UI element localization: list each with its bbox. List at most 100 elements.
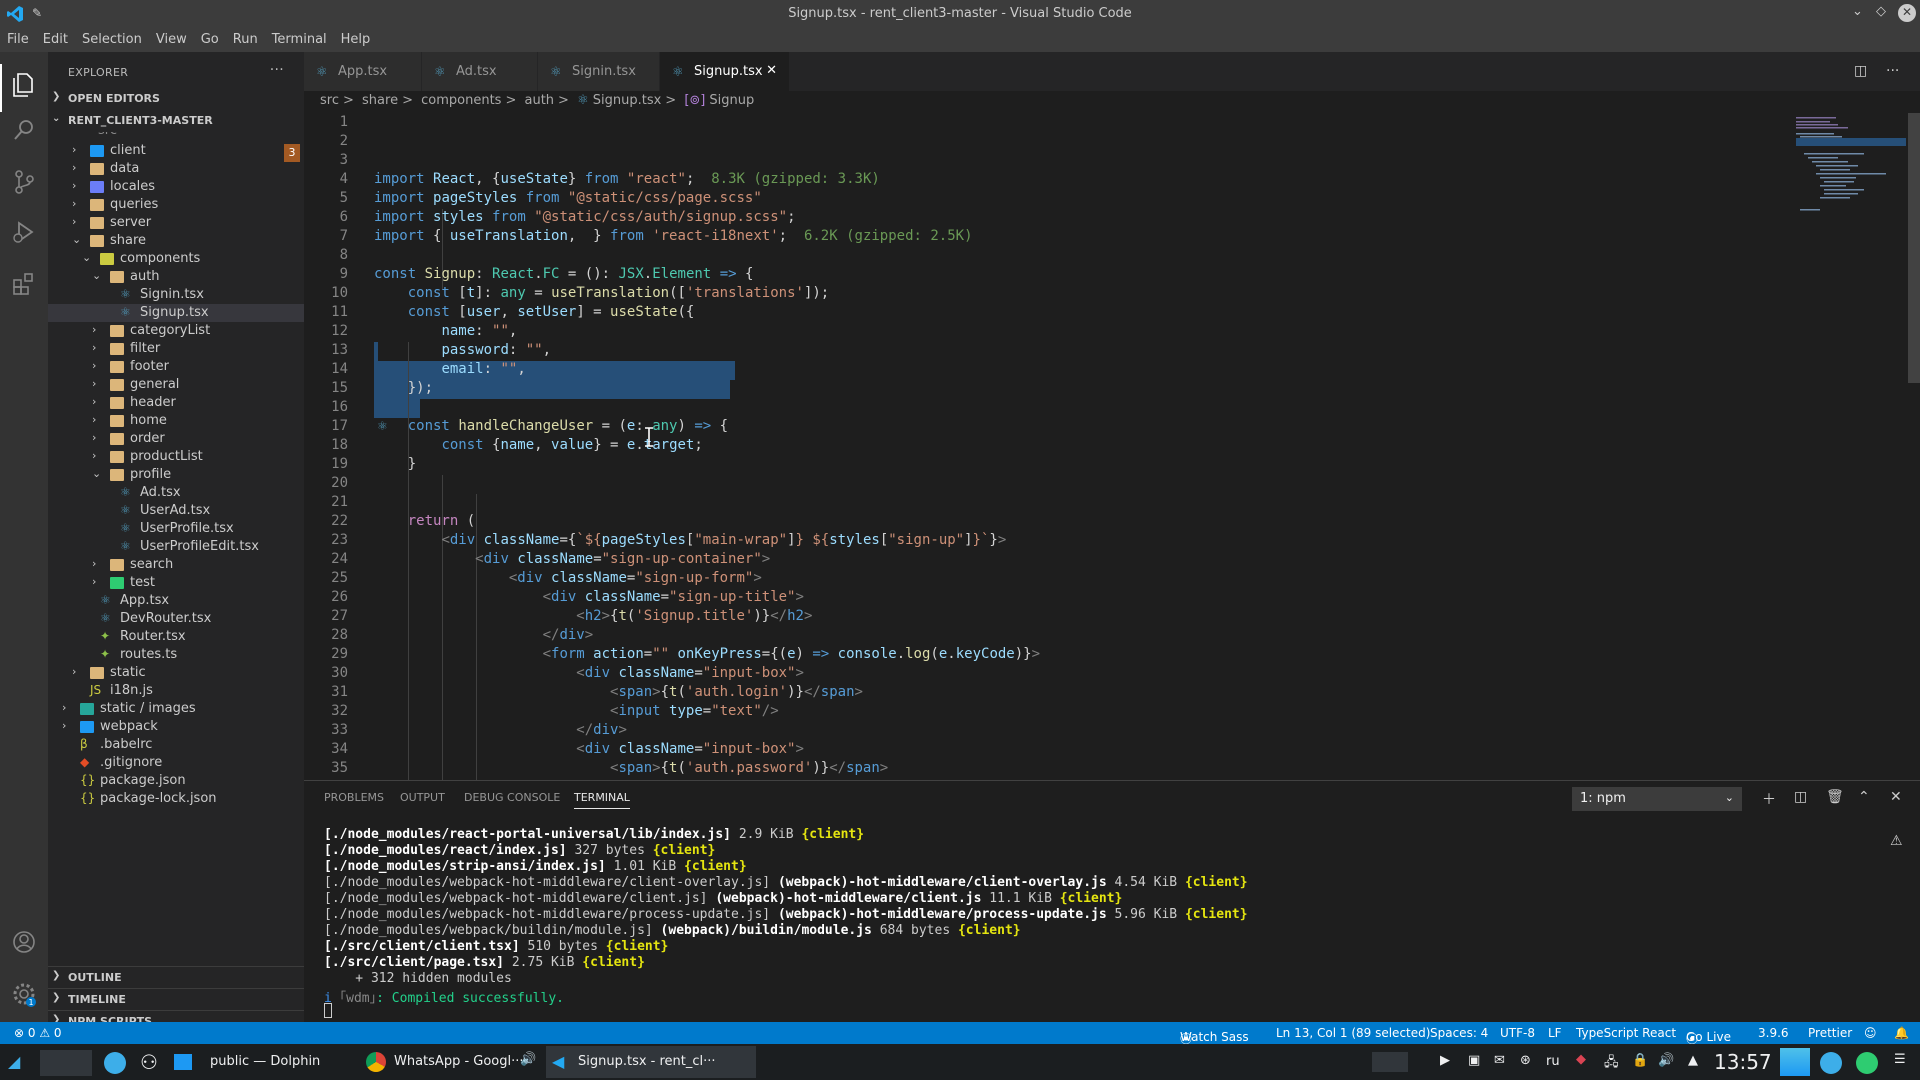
anydesk-icon[interactable]: ◆ [1576, 1052, 1586, 1067]
tree-item[interactable]: ⚛ DevRouter.tsx [48, 610, 304, 628]
tree-item[interactable]: › test [48, 574, 304, 592]
network-share-icon[interactable]: ⚇ [140, 1050, 158, 1074]
close-window-icon[interactable]: ✕ [1898, 4, 1916, 22]
tree-item[interactable]: › order [48, 430, 304, 448]
tree-item[interactable]: ⚛ UserProfile.tsx [48, 520, 304, 538]
editor-scrollbar[interactable] [1906, 113, 1920, 780]
tree-item[interactable]: ⚛ Signup.tsx [48, 304, 304, 322]
app-launcher-icon[interactable]: ◢ [8, 1052, 20, 1071]
run-debug-icon[interactable] [10, 218, 38, 246]
breadcrumb-file[interactable]: Signup.tsx [593, 93, 662, 108]
vpn-icon[interactable]: ⊛ [1520, 1053, 1531, 1068]
extensions-icon[interactable] [10, 270, 38, 298]
volume-icon[interactable]: 🔊 [1658, 1053, 1674, 1068]
close-tab-icon[interactable]: ✕ [766, 63, 777, 78]
tree-item[interactable]: ⌄ share [48, 232, 304, 250]
maximize-panel-icon[interactable]: ⌃ [1858, 789, 1870, 805]
clock[interactable]: 13:57 [1714, 1050, 1772, 1074]
language-status[interactable]: TypeScript React [1576, 1026, 1676, 1040]
manage-gear-icon[interactable]: 1 [10, 980, 38, 1008]
npm-scripts-section[interactable]: ❯NPM SCRIPTS [48, 1010, 304, 1028]
keyboard-layout[interactable]: ru [1546, 1054, 1560, 1069]
tray-monitor-icon[interactable] [1372, 1052, 1408, 1072]
globe-icon[interactable] [1856, 1052, 1878, 1074]
browser-globe-icon[interactable] [104, 1052, 126, 1074]
tree-item[interactable]: › static [48, 664, 304, 682]
tab-signup-tsx[interactable]: ⚛ Signup.tsx ✕ [660, 52, 790, 91]
tree-item[interactable]: › queries [48, 196, 304, 214]
tree-item[interactable]: ⚛ Ad.tsx [48, 484, 304, 502]
tree-item[interactable]: › server [48, 214, 304, 232]
more-actions-icon[interactable]: ··· [270, 62, 284, 78]
menu-icon[interactable]: ☰ [1894, 1052, 1906, 1067]
menu-file[interactable]: File [0, 28, 36, 47]
tree-item[interactable]: ⌄ profile [48, 466, 304, 484]
tab-signin-tsx[interactable]: ⚛ Signin.tsx [538, 52, 660, 91]
tree-item[interactable]: JS i18n.js [48, 682, 304, 700]
explorer-icon[interactable] [10, 70, 38, 98]
lock-icon[interactable]: 🔒 [1632, 1053, 1648, 1068]
tree-item[interactable]: ⌄ components [48, 250, 304, 268]
tree-item-src[interactable]: src [48, 132, 304, 142]
browser-globe-icon[interactable] [1820, 1052, 1842, 1074]
tree-item[interactable]: {} package-lock.json [48, 790, 304, 808]
account-icon[interactable] [10, 928, 38, 956]
outline-section[interactable]: ❯ OUTLINE [48, 966, 304, 988]
minimize-icon[interactable]: ⌄ [1852, 4, 1863, 19]
new-terminal-icon[interactable]: ＋ [1762, 789, 1776, 809]
breadcrumb-components[interactable]: components [421, 93, 501, 108]
breadcrumb-share[interactable]: share [362, 93, 398, 108]
taskbar-vscode[interactable]: Signup.tsx - rent_cl··· [578, 1054, 716, 1069]
timeline-section[interactable]: ❯ TIMELINE [48, 988, 304, 1010]
tree-item[interactable]: ⚛ App.tsx [48, 592, 304, 610]
tree-item[interactable]: › footer [48, 358, 304, 376]
code-editor[interactable]: 1 2 3 4 5 6 7 8 9 10 11 12 13 14 15 16 17 18 19 20 21 22 23 24 2… [304, 113, 1920, 780]
desktop-thumbnail[interactable] [1780, 1048, 1810, 1076]
workspace-root-section[interactable]: ⌄ RENT_CLIENT3-MASTER [48, 110, 304, 132]
scrollbar-thumb[interactable] [1908, 113, 1920, 383]
eol-status[interactable]: LF [1548, 1026, 1562, 1040]
breadcrumb-auth[interactable]: auth [525, 93, 555, 108]
tree-item[interactable]: ✦ Router.tsx [48, 628, 304, 646]
tree-item[interactable]: ⚛ Signin.tsx [48, 286, 304, 304]
taskbar-whatsapp[interactable]: WhatsApp - Googl··· [394, 1054, 524, 1069]
editor-more-actions-icon[interactable]: ··· [1886, 63, 1899, 79]
tab-problems[interactable]: PROBLEMS [324, 791, 384, 804]
tree-item[interactable]: › general [48, 376, 304, 394]
cursor-position-status[interactable]: Ln 13, Col 1 (89 selected) [1276, 1026, 1430, 1040]
tab-terminal[interactable]: TERMINAL [574, 791, 630, 809]
breadcrumb-symbol[interactable]: Signup [709, 93, 754, 108]
tree-item[interactable]: ⚛ UserAd.tsx [48, 502, 304, 520]
desktop-pager[interactable] [40, 1050, 92, 1076]
split-editor-icon[interactable]: ◫ [1854, 63, 1867, 79]
source-control-icon[interactable] [10, 168, 38, 196]
tree-item[interactable]: › home [48, 412, 304, 430]
close-panel-icon[interactable]: ✕ [1890, 789, 1902, 805]
split-terminal-icon[interactable]: ◫ [1794, 789, 1807, 805]
tree-item[interactable]: ✦ routes.ts [48, 646, 304, 664]
prettier-status[interactable]: Prettier [1808, 1026, 1852, 1040]
indentation-status[interactable]: Spaces: 4 [1430, 1026, 1488, 1040]
tray-expand-icon[interactable]: ▲ [1688, 1053, 1698, 1068]
minimap[interactable] [1796, 113, 1906, 233]
tree-item[interactable]: {} package.json [48, 772, 304, 790]
problems-status[interactable]: ⊗ 0 ⚠ 0 [14, 1026, 62, 1040]
tree-item[interactable]: › categoryList [48, 322, 304, 340]
tree-item[interactable]: ⚛ UserProfileEdit.tsx [48, 538, 304, 556]
tree-item[interactable]: › client 3 [48, 142, 304, 162]
tree-item[interactable]: ⌄ auth [48, 268, 304, 286]
chat-icon[interactable]: ✉ [1494, 1053, 1505, 1068]
encoding-status[interactable]: UTF-8 [1500, 1026, 1535, 1040]
tree-item[interactable]: › filter [48, 340, 304, 358]
tree-item[interactable]: › static / images [48, 700, 304, 718]
menu-run[interactable]: Run [226, 28, 265, 47]
network-icon[interactable]: 🖧 [1604, 1053, 1619, 1075]
tab-debug-console[interactable]: DEBUG CONSOLE [464, 791, 560, 804]
breadcrumb-src[interactable]: src [320, 93, 339, 108]
tab-ad-tsx[interactable]: ⚛ Ad.tsx [422, 52, 538, 91]
tree-item[interactable]: › header [48, 394, 304, 412]
tree-item[interactable]: › productList [48, 448, 304, 466]
clipboard-icon[interactable]: ▣ [1468, 1053, 1480, 1068]
tree-item[interactable]: ◆ .gitignore [48, 754, 304, 772]
open-editors-section[interactable]: ❯ OPEN EDITORS [48, 88, 304, 110]
